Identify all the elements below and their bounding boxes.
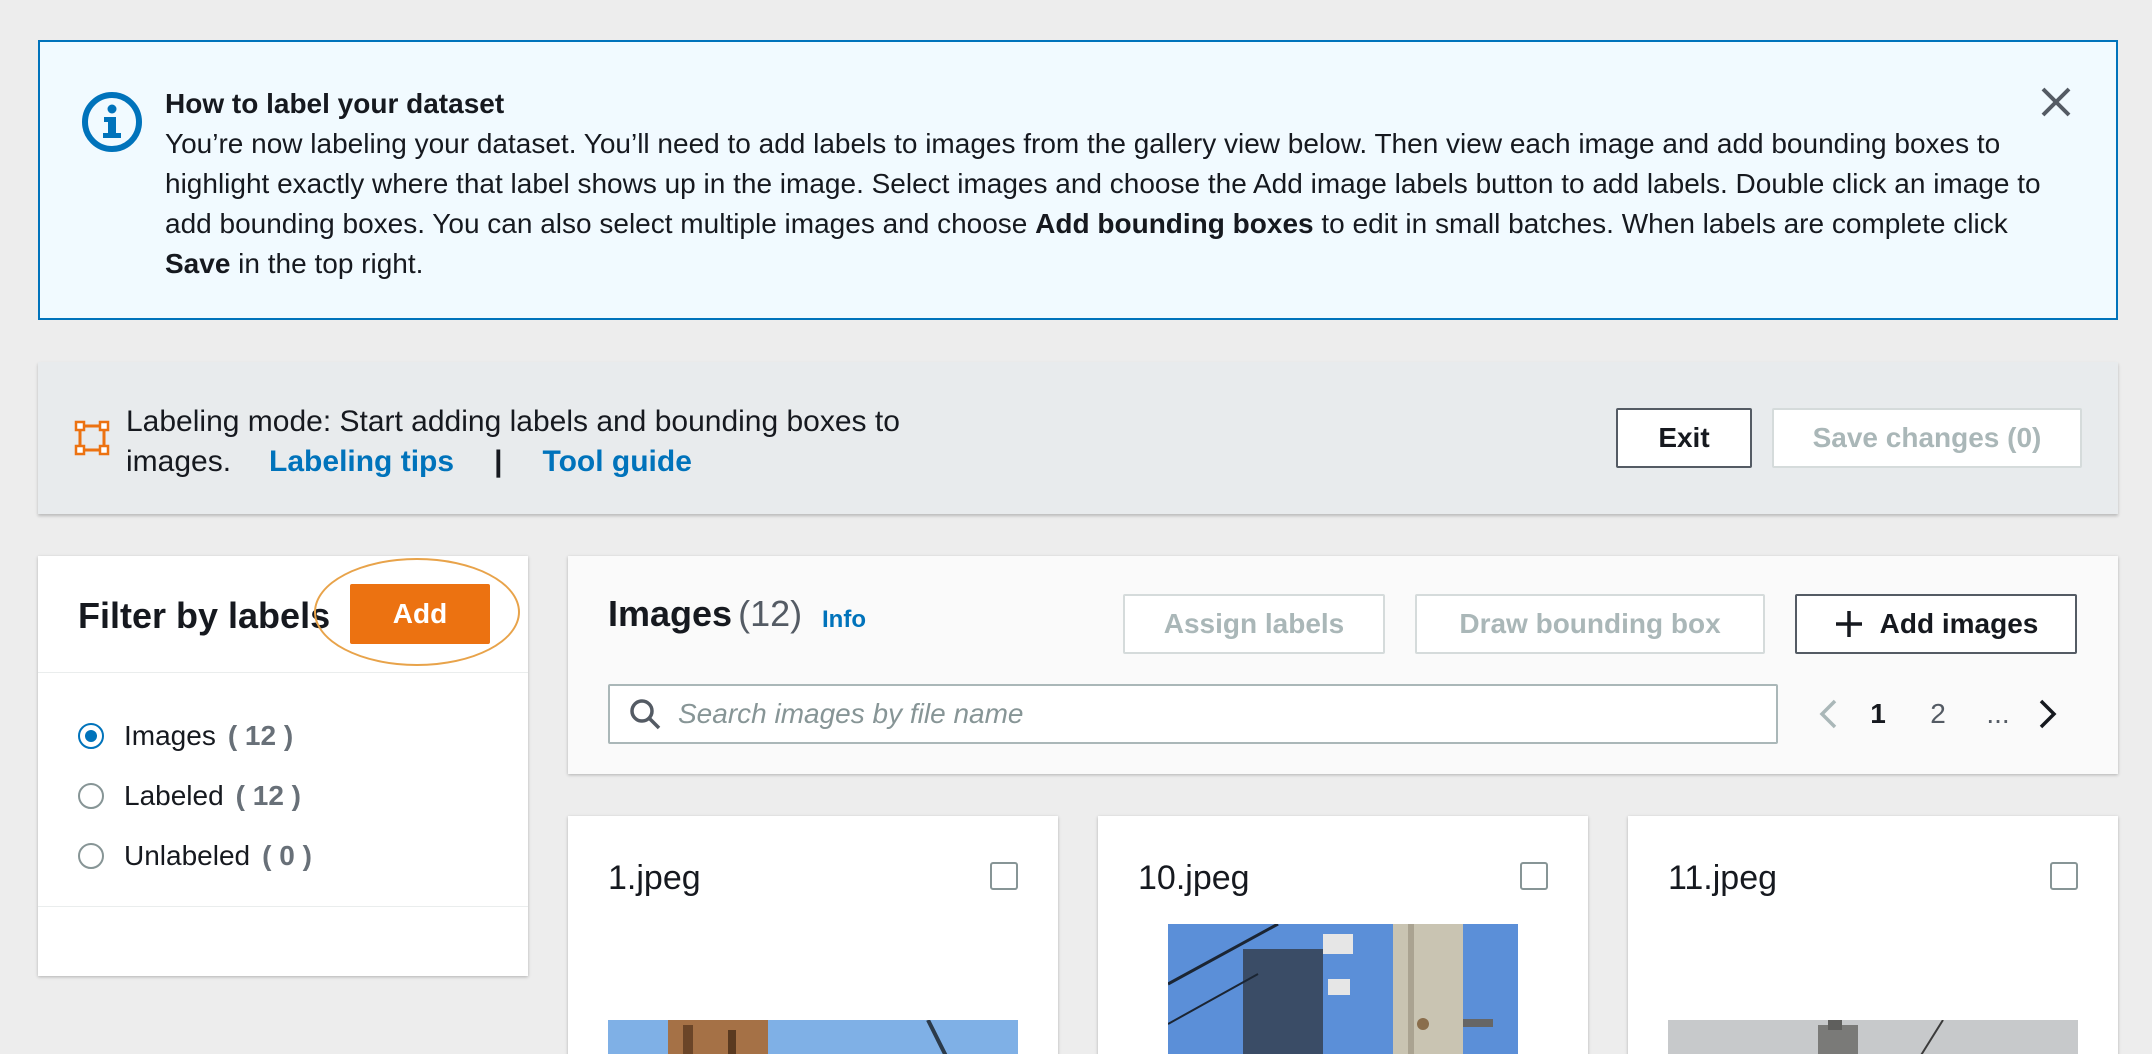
- image-select-checkbox[interactable]: [1520, 862, 1548, 890]
- filter-option-labeled[interactable]: Labeled ( 12 ): [78, 766, 312, 826]
- chevron-right-icon[interactable]: [2028, 694, 2068, 734]
- add-label-button[interactable]: Add: [350, 584, 490, 644]
- banner-title: How to label your dataset: [165, 88, 505, 119]
- image-card[interactable]: 11.jpeg: [1628, 816, 2118, 1054]
- filter-option-count: ( 0 ): [262, 840, 312, 871]
- radio-button[interactable]: [78, 843, 104, 869]
- pagination: 1 2 ...: [1808, 684, 2068, 744]
- filter-option-unlabeled[interactable]: Unlabeled ( 0 ): [78, 826, 312, 886]
- filter-option-label: Unlabeled: [124, 840, 251, 871]
- filter-title: Filter by labels: [78, 595, 331, 636]
- plus-icon: [1835, 611, 1862, 637]
- image-file-name: 11.jpeg: [1668, 859, 1778, 897]
- filter-header: Filter by labels Add: [38, 556, 528, 673]
- info-banner: How to label your dataset You’re now lab…: [38, 40, 2118, 320]
- labeling-mode-bar: Labeling mode: Start adding labels and b…: [38, 362, 2118, 514]
- filter-option-label: Labeled: [124, 780, 224, 811]
- filter-option-images[interactable]: Images ( 12 ): [78, 706, 312, 766]
- image-file-name: 10.jpeg: [1138, 859, 1250, 897]
- draw-bounding-box-button[interactable]: Draw bounding box: [1415, 594, 1765, 654]
- image-thumbnail[interactable]: [1168, 924, 1518, 1054]
- labeling-mode-text: Labeling mode: Start adding labels and b…: [126, 402, 986, 482]
- link-separator: |: [494, 445, 503, 478]
- images-count: (12): [738, 593, 803, 634]
- close-icon[interactable]: [2038, 84, 2074, 120]
- page-ellipsis[interactable]: ...: [1968, 698, 2028, 730]
- banner-bold-text: Save: [165, 248, 231, 279]
- image-select-checkbox[interactable]: [990, 862, 1018, 890]
- images-title: Images (12): [608, 592, 802, 636]
- info-link[interactable]: Info: [822, 606, 866, 634]
- bounding-box-icon: [74, 420, 110, 456]
- info-circle-icon: [82, 92, 142, 152]
- banner-bold-text: Add bounding boxes: [1035, 208, 1314, 239]
- assign-labels-button[interactable]: Assign labels: [1123, 594, 1385, 654]
- filter-option-count: ( 12 ): [235, 780, 302, 811]
- exit-button[interactable]: Exit: [1616, 408, 1752, 468]
- radio-button[interactable]: [78, 783, 104, 809]
- images-title-text: Images: [608, 593, 733, 634]
- mode-description: Labeling mode: Start adding labels and b…: [126, 405, 900, 478]
- save-changes-button[interactable]: Save changes (0): [1772, 408, 2082, 468]
- image-card[interactable]: 1.jpeg: [568, 816, 1058, 1054]
- add-images-button[interactable]: Add images: [1795, 594, 2077, 654]
- image-card[interactable]: 10.jpeg: [1098, 816, 1588, 1054]
- add-images-label: Add images: [1879, 608, 2039, 639]
- radio-button[interactable]: [78, 723, 104, 749]
- images-panel: Images (12) Info Assign labels Draw bound…: [568, 556, 2118, 774]
- banner-text: to edit in small batches. When labels ar…: [1313, 208, 2008, 239]
- filter-footer-divider: [38, 906, 528, 907]
- filter-options: Images ( 12 ) Labeled ( 12 ) Unlabeled (…: [78, 706, 312, 886]
- image-thumbnail[interactable]: [608, 1020, 1018, 1054]
- image-thumbnail[interactable]: [1668, 1020, 2078, 1054]
- page-number[interactable]: 1: [1848, 698, 1908, 730]
- search-field[interactable]: [608, 684, 1778, 744]
- banner-text: in the top right.: [230, 248, 424, 279]
- page-number[interactable]: 2: [1908, 698, 1968, 730]
- search-icon: [630, 699, 661, 730]
- image-select-checkbox[interactable]: [2050, 862, 2078, 890]
- filter-option-label: Images: [124, 720, 216, 751]
- banner-body: You’re now labeling your dataset. You’ll…: [165, 124, 2075, 284]
- search-input[interactable]: [678, 698, 1758, 730]
- tool-guide-link[interactable]: Tool guide: [542, 445, 691, 478]
- image-file-name: 1.jpeg: [608, 859, 701, 897]
- filter-option-count: ( 12 ): [227, 720, 294, 751]
- labeling-tips-link[interactable]: Labeling tips: [269, 445, 454, 478]
- chevron-left-icon[interactable]: [1808, 694, 1848, 734]
- filter-panel: Filter by labels Add Images ( 12 ) Label…: [38, 556, 528, 976]
